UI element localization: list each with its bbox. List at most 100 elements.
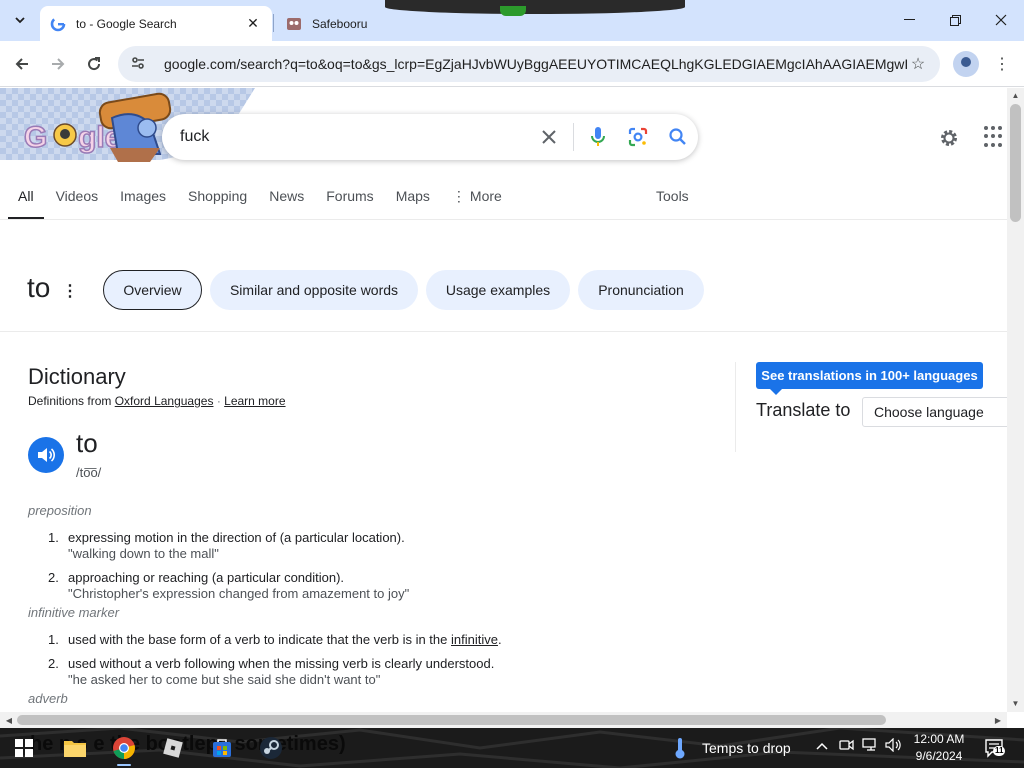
horizontal-scrollbar[interactable]: ◀ ▶ (0, 712, 1007, 728)
translate-to-label: Translate to (756, 400, 851, 420)
chip-similar-opposite[interactable]: Similar and opposite words (210, 270, 418, 310)
scroll-right-icon[interactable]: ▶ (991, 712, 1005, 728)
speaker-icon (38, 448, 55, 462)
safebooru-favicon-icon (286, 16, 302, 32)
minimize-button[interactable] (886, 0, 932, 40)
volume-icon[interactable] (885, 737, 902, 755)
forward-button[interactable] (44, 50, 72, 78)
learn-more-link[interactable]: Learn more (224, 394, 285, 408)
vertical-scrollbar[interactable]: ▲ ▼ (1007, 88, 1024, 712)
store-taskbar-button[interactable] (206, 732, 238, 764)
chevron-up-icon (816, 742, 828, 750)
wallpaper-decoration (385, 0, 685, 14)
source-prefix: Definitions from (28, 394, 112, 408)
scroll-left-icon[interactable]: ◀ (2, 712, 16, 728)
definition-text: used with the base form of a verb to ind… (68, 632, 451, 647)
steam-taskbar-button[interactable] (255, 732, 287, 764)
settings-gear-icon[interactable] (935, 124, 963, 152)
lens-search-icon[interactable] (618, 114, 658, 160)
file-explorer-button[interactable] (59, 732, 91, 764)
clock-time: 12:00 AM (913, 732, 965, 746)
google-apps-icon[interactable] (984, 126, 1006, 148)
definition-example: "walking down to the mall" (68, 546, 219, 561)
chip-usage-examples[interactable]: Usage examples (426, 270, 570, 310)
dictionary-source: Definitions from Oxford Languages · Lear… (28, 394, 286, 408)
definition-example: "Christopher's expression changed from a… (68, 586, 410, 601)
scroll-up-icon[interactable]: ▲ (1007, 88, 1024, 102)
see-translations-button[interactable]: See translations in 100+ languages (756, 362, 983, 395)
clear-search-icon[interactable] (529, 114, 569, 160)
maximize-button[interactable] (932, 0, 978, 40)
tab-images[interactable]: Images (120, 188, 166, 220)
scroll-thumb[interactable] (1010, 104, 1021, 222)
definition-item: 2. approaching or reaching (a particular … (48, 570, 345, 585)
tab-shopping[interactable]: Shopping (188, 188, 247, 220)
show-hidden-icons-button[interactable] (816, 738, 828, 753)
close-window-button[interactable] (978, 0, 1024, 40)
tab-forums[interactable]: Forums (326, 188, 373, 220)
close-tab-icon[interactable]: ✕ (244, 15, 262, 33)
windows-logo-icon (15, 739, 33, 757)
choose-language-select[interactable]: Choose language (862, 397, 1007, 427)
part-of-speech: preposition (28, 503, 92, 518)
scroll-thumb[interactable] (17, 715, 886, 725)
chrome-taskbar-button[interactable] (108, 732, 140, 766)
arrow-right-icon (52, 58, 65, 70)
search-filter-tabs: All Videos Images Shopping News Forums M… (8, 188, 524, 220)
tab-search-button[interactable] (8, 8, 32, 32)
topic-word: to (27, 272, 51, 303)
weather-text: Temps to drop (702, 740, 791, 756)
windows-taskbar: he n s e the bootleps sometimes) Temps t… (0, 728, 1024, 768)
svg-text:G: G (24, 121, 47, 154)
reload-button[interactable] (80, 50, 108, 78)
address-bar[interactable]: google.com/search?q=to&oq=to&gs_lcrp=EgZ… (118, 46, 940, 82)
profile-avatar[interactable] (953, 51, 979, 77)
bookmark-star-icon[interactable]: ☆ (908, 54, 928, 74)
tab-more[interactable]: ⋮ More (452, 188, 502, 220)
chips-divider (0, 331, 1007, 332)
taskbar-clock[interactable]: 12:00 AM 9/6/2024 (906, 731, 972, 765)
play-pronunciation-button[interactable] (28, 437, 64, 473)
reload-icon (88, 57, 101, 71)
dictionary-headword: to (76, 428, 98, 458)
tools-button[interactable]: Tools (656, 188, 689, 204)
tab-news[interactable]: News (269, 188, 304, 220)
tab-title: to - Google Search (76, 16, 177, 31)
network-icon[interactable] (862, 738, 879, 755)
scroll-down-icon[interactable]: ▼ (1007, 696, 1024, 710)
tab-all[interactable]: All (8, 188, 44, 220)
minimize-icon (903, 19, 915, 20)
browser-toolbar: google.com/search?q=to&oq=to&gs_lcrp=EgZ… (0, 41, 1024, 87)
browser-menu-icon[interactable]: ⋮ (990, 51, 1014, 77)
tab-videos[interactable]: Videos (56, 188, 99, 220)
search-results-page: G gle fuck All Videos Images Shopping Ne… (0, 88, 1007, 712)
phonetic-spelling: /to͞o/ (76, 465, 102, 480)
notification-center-button[interactable]: 11 (984, 738, 1006, 758)
roblox-taskbar-button[interactable] (157, 732, 189, 764)
oxford-languages-link[interactable]: Oxford Languages (115, 394, 214, 408)
site-info-icon[interactable] (130, 55, 148, 74)
search-box[interactable]: fuck (162, 114, 698, 160)
tab-divider (273, 14, 274, 32)
back-button[interactable] (8, 50, 36, 78)
infinitive-link[interactable]: infinitive (451, 632, 498, 647)
search-input[interactable]: fuck (180, 128, 529, 146)
chevron-down-icon (15, 17, 25, 24)
part-of-speech: infinitive marker (28, 605, 120, 620)
tab-more-label: More (469, 188, 502, 204)
voice-search-icon[interactable] (578, 114, 618, 160)
definition-text: expressing motion in the direction of (a… (68, 530, 405, 545)
topic-options-icon[interactable]: ⋮ (62, 281, 78, 301)
folder-icon (64, 741, 86, 757)
search-icon[interactable] (658, 114, 698, 160)
wallpaper-decoration (500, 6, 526, 16)
tab-title: Safebooru (312, 16, 368, 31)
weather-widget[interactable]: Temps to drop (672, 736, 791, 760)
start-button[interactable] (8, 732, 40, 764)
chip-overview[interactable]: Overview (103, 270, 202, 310)
tab-maps[interactable]: Maps (396, 188, 430, 220)
chip-pronunciation[interactable]: Pronunciation (578, 270, 704, 310)
tab-google-search[interactable]: to - Google Search ✕ (40, 6, 272, 41)
meet-now-icon[interactable] (839, 738, 854, 755)
store-icon (213, 739, 231, 757)
